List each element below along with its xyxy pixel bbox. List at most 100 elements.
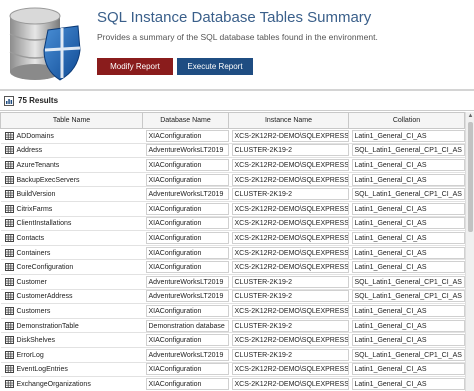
cell-collation-text: Latin1_General_CI_AS [351,334,465,347]
cell-table-name: ExchangeOrganizations [0,376,143,391]
cell-table-name: Contacts [0,230,143,246]
table-icon [4,146,14,155]
cell-instance-name-text: XCS-2K12R2-DEMO\SQLEXPRESS [231,363,349,376]
table-icon [4,175,14,184]
cell-table-name: CitrixFarms [0,201,143,217]
table-row[interactable]: Contacts XIAConfiguration XCS-2K12R2-DEMO\… [0,230,465,246]
cell-instance-name-text: CLUSTER-2K19-2 [231,275,349,288]
cell-collation: Latin1_General_CI_AS [348,216,465,232]
report-header: SQL Instance Database Tables Summary Pro… [0,0,474,88]
table-row[interactable]: Customer AdventureWorksLT2019 CLUSTER-2K19… [0,274,465,290]
cell-collation-text: Latin1_General_CI_AS [351,202,465,215]
table-name-text: Address [16,147,43,155]
cell-instance-name: CLUSTER-2K19-2 [228,347,349,363]
table-row[interactable]: DiskShelves XIAConfiguration XCS-2K12R2-DE… [0,332,465,348]
table-row[interactable]: Address AdventureWorksLT2019 CLUSTER-2K19-… [0,143,465,159]
cell-collation-text: Latin1_General_CI_AS [351,319,465,332]
cell-collation-text: SQL_Latin1_General_CP1_CI_AS [351,144,465,157]
cell-table-name: Customer [0,274,143,290]
cell-collation-text: Latin1_General_CI_AS [351,261,465,274]
cell-instance-name-text: XCS-2K12R2-DEMO\SQLEXPRESS [231,231,349,244]
column-header-collation[interactable]: Collation [348,112,465,129]
table-row[interactable]: CustomerAddress AdventureWorksLT2019 CLUST… [0,289,465,305]
table-row[interactable]: EventLogEntries XIAConfiguration XCS-2K12R… [0,362,465,378]
vertical-scrollbar[interactable]: ▲ [465,112,474,391]
table-icon [4,160,14,169]
table-row[interactable]: AzureTenants XIAConfiguration XCS-2K12R2-D… [0,157,465,173]
table-row[interactable]: ADDomains XIAConfiguration XCS-2K12R2-DEMO… [0,128,465,144]
cell-collation: Latin1_General_CI_AS [348,157,465,173]
results-table-container: Table Name Database Name Instance Name C… [0,112,474,391]
execute-report-button[interactable]: Execute Report [177,58,253,75]
cell-instance-name: CLUSTER-2K19-2 [228,274,349,290]
column-header-table-name[interactable]: Table Name [0,112,143,129]
cell-collation: Latin1_General_CI_AS [348,128,465,144]
table-icon [4,233,14,242]
cell-instance-name: CLUSTER-2K19-2 [228,143,349,159]
table-name-text: CitrixFarms [16,205,53,213]
table-name-text: Contacts [16,234,45,242]
chart-icon [4,96,14,106]
cell-table-name: ADDomains [0,128,143,144]
table-icon [4,131,14,140]
cell-table-name: BuildVersion [0,186,143,202]
cell-database-name: XIAConfiguration [142,259,229,275]
cell-collation-text: SQL_Latin1_General_CP1_CI_AS [351,290,465,303]
table-row[interactable]: BuildVersion AdventureWorksLT2019 CLUSTER-… [0,186,465,202]
cell-database-name: XIAConfiguration [142,201,229,217]
cell-database-name: AdventureWorksLT2019 [142,289,229,305]
cell-table-name: DemonstrationTable [0,318,143,334]
table-row[interactable]: CitrixFarms XIAConfiguration XCS-2K12R2-DE… [0,201,465,217]
page-title: SQL Instance Database Tables Summary [97,9,372,26]
cell-collation: Latin1_General_CI_AS [348,376,465,391]
table-row[interactable]: Containers XIAConfiguration XCS-2K12R2-DEM… [0,245,465,261]
scroll-thumb[interactable] [468,122,473,232]
cell-database-name-text: XIAConfiguration [145,304,229,317]
table-row[interactable]: ClientInstallations XIAConfiguration XCS-2… [0,216,465,232]
table-row[interactable]: Customers XIAConfiguration XCS-2K12R2-DEMO… [0,303,465,319]
cell-instance-name-text: XCS-2K12R2-DEMO\SQLEXPRESS [231,202,349,215]
cell-database-name: Demonstration database [142,318,229,334]
cell-instance-name-text: XCS-2K12R2-DEMO\SQLEXPRESS [231,377,349,390]
table-icon [4,336,14,345]
cell-instance-name: XCS-2K12R2-DEMO\SQLEXPRESS [228,245,349,261]
table-row[interactable]: ErrorLog AdventureWorksLT2019 CLUSTER-2K19… [0,347,465,363]
column-header-instance-name[interactable]: Instance Name [228,112,349,129]
table-row[interactable]: DemonstrationTable Demonstration database… [0,318,465,334]
cell-instance-name-text: XCS-2K12R2-DEMO\SQLEXPRESS [231,158,349,171]
table-icon [4,321,14,330]
table-icon [4,350,14,359]
table-icon [4,306,14,315]
cell-instance-name: CLUSTER-2K19-2 [228,289,349,305]
cell-instance-name-text: XCS-2K12R2-DEMO\SQLEXPRESS [231,129,349,142]
cell-instance-name-text: XCS-2K12R2-DEMO\SQLEXPRESS [231,246,349,259]
modify-report-button[interactable]: Modify Report [97,58,173,75]
cell-database-name: XIAConfiguration [142,157,229,173]
table-row[interactable]: BackupExecServers XIAConfiguration XCS-2K1… [0,172,465,188]
cell-table-name: CustomerAddress [0,289,143,305]
scroll-up-arrow-icon[interactable]: ▲ [467,113,474,120]
cell-table-name: Address [0,143,143,159]
cell-table-name: CoreConfiguration [0,259,143,275]
cell-database-name-text: AdventureWorksLT2019 [145,290,229,303]
cell-collation-text: Latin1_General_CI_AS [351,377,465,390]
table-name-text: ADDomains [16,132,54,140]
cell-database-name: XIAConfiguration [142,216,229,232]
table-row[interactable]: ExchangeOrganizations XIAConfiguration XCS… [0,376,465,391]
cell-table-name: EventLogEntries [0,362,143,378]
cell-database-name-text: XIAConfiguration [145,334,229,347]
table-row[interactable]: CoreConfiguration XIAConfiguration XCS-2K1… [0,259,465,275]
cell-instance-name-text: CLUSTER-2K19-2 [231,144,349,157]
column-header-database-name[interactable]: Database Name [142,112,229,129]
page-subtitle: Provides a summary of the SQL database t… [97,32,378,42]
cell-instance-name: XCS-2K12R2-DEMO\SQLEXPRESS [228,128,349,144]
cell-collation: Latin1_General_CI_AS [348,230,465,246]
cell-instance-name: XCS-2K12R2-DEMO\SQLEXPRESS [228,157,349,173]
cell-database-name: AdventureWorksLT2019 [142,186,229,202]
table-icon [4,379,14,388]
table-name-text: CoreConfiguration [16,263,74,271]
cell-collation-text: Latin1_General_CI_AS [351,173,465,186]
cell-collation: SQL_Latin1_General_CP1_CI_AS [348,274,465,290]
cell-instance-name: XCS-2K12R2-DEMO\SQLEXPRESS [228,230,349,246]
results-count: 75 Results [18,96,59,105]
